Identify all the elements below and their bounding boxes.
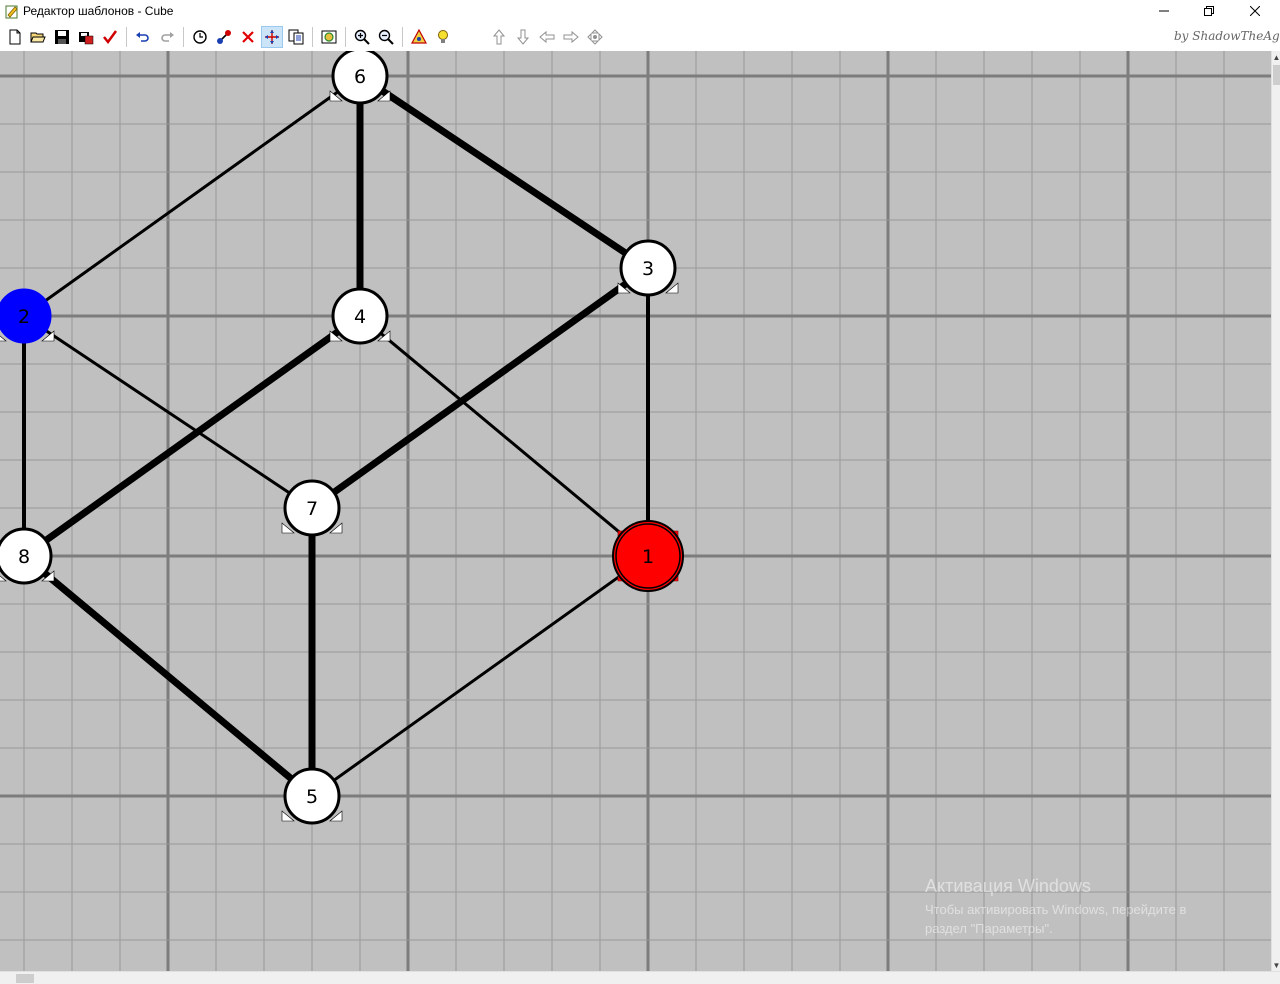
minimize-icon bbox=[1159, 10, 1169, 12]
copy-icon bbox=[288, 29, 304, 45]
hint-button[interactable] bbox=[432, 26, 454, 48]
vertex-3[interactable]: 3 bbox=[617, 239, 679, 297]
delete-button[interactable] bbox=[237, 26, 259, 48]
vertex-label: 8 bbox=[18, 546, 30, 568]
move-button[interactable] bbox=[261, 26, 283, 48]
restore-icon bbox=[1204, 6, 1214, 16]
close-button[interactable] bbox=[1232, 0, 1278, 22]
vertex-label: 7 bbox=[306, 498, 318, 520]
app-icon bbox=[5, 5, 18, 19]
save-button[interactable] bbox=[51, 26, 73, 48]
move-icon bbox=[265, 30, 279, 44]
vertex-1[interactable]: 1 bbox=[612, 520, 684, 592]
horizontal-scroll-thumb[interactable] bbox=[16, 974, 34, 983]
toolbar-separator bbox=[402, 27, 403, 47]
window-title: Редактор шаблонов - Cube bbox=[23, 4, 174, 18]
copy-button[interactable] bbox=[285, 26, 307, 48]
toolbar-separator bbox=[183, 27, 184, 47]
scroll-down-icon[interactable]: ▼ bbox=[1272, 959, 1280, 971]
redo-icon bbox=[161, 32, 174, 42]
restore-button[interactable] bbox=[1186, 0, 1232, 22]
center-icon bbox=[587, 29, 603, 45]
move-down-button[interactable] bbox=[512, 26, 534, 48]
vertex-label: 5 bbox=[306, 786, 318, 808]
scroll-up-icon[interactable]: ▲ bbox=[1272, 51, 1280, 63]
open-file-button[interactable] bbox=[27, 26, 49, 48]
vertical-scroll-thumb[interactable] bbox=[1273, 65, 1280, 85]
warning-button[interactable] bbox=[408, 26, 430, 48]
move-left-button[interactable] bbox=[536, 26, 558, 48]
zoom-out-button[interactable] bbox=[375, 26, 397, 48]
grid bbox=[0, 51, 1271, 971]
check-icon bbox=[103, 30, 118, 45]
vertical-scrollbar[interactable]: ▲ ▼ bbox=[1271, 51, 1280, 971]
new-file-icon bbox=[9, 29, 21, 45]
add-edge-button[interactable] bbox=[213, 26, 235, 48]
arrow-up-icon bbox=[492, 29, 506, 45]
graph-drawing[interactable]: 1 2 3 4 5 6 7 8 bbox=[0, 51, 1271, 971]
export-image-button[interactable] bbox=[318, 26, 340, 48]
vertex-label: 1 bbox=[642, 546, 654, 568]
vertex-label: 6 bbox=[354, 66, 366, 88]
minimize-button[interactable] bbox=[1141, 0, 1187, 22]
zoom-in-button[interactable] bbox=[351, 26, 373, 48]
add-edge-icon bbox=[217, 30, 231, 44]
toolbar-separator bbox=[126, 27, 127, 47]
add-vertex-button[interactable] bbox=[189, 26, 211, 48]
undo-button[interactable] bbox=[132, 26, 154, 48]
redo-button[interactable] bbox=[156, 26, 178, 48]
vertex-7[interactable]: 7 bbox=[281, 479, 343, 537]
undo-icon bbox=[136, 32, 149, 42]
save-as-button[interactable] bbox=[75, 26, 97, 48]
toolbar-separator bbox=[312, 27, 313, 47]
title-bar: Редактор шаблонов - Cube bbox=[0, 0, 1280, 24]
add-vertex-icon bbox=[193, 30, 207, 44]
vertex-label: 3 bbox=[642, 258, 654, 280]
toolbar-separator bbox=[345, 27, 346, 47]
horizontal-scrollbar[interactable] bbox=[0, 971, 1280, 984]
close-icon bbox=[1250, 6, 1260, 16]
zoom-out-icon bbox=[378, 29, 394, 45]
warning-icon bbox=[411, 29, 427, 44]
graph-canvas[interactable]: 1 2 3 4 5 6 7 8 bbox=[0, 51, 1271, 971]
picture-icon bbox=[321, 30, 337, 44]
new-file-button[interactable] bbox=[4, 26, 26, 48]
zoom-in-icon bbox=[354, 29, 370, 45]
move-right-button[interactable] bbox=[560, 26, 582, 48]
save-icon bbox=[55, 30, 69, 44]
arrow-down-icon bbox=[516, 29, 530, 45]
arrow-right-icon bbox=[563, 30, 579, 44]
arrow-left-icon bbox=[539, 30, 555, 44]
move-up-button[interactable] bbox=[488, 26, 510, 48]
delete-icon bbox=[242, 31, 254, 43]
vertex-label: 2 bbox=[18, 306, 30, 328]
lightbulb-icon bbox=[438, 30, 448, 43]
author-signature: by ShadowTheAge bbox=[1174, 29, 1280, 43]
vertex-label: 4 bbox=[354, 306, 366, 328]
open-folder-icon bbox=[30, 32, 46, 43]
center-button[interactable] bbox=[584, 26, 606, 48]
toolbar: by ShadowTheAge bbox=[0, 24, 1280, 50]
vertex-6[interactable]: 6 bbox=[329, 51, 391, 105]
vertex-5[interactable]: 5 bbox=[281, 767, 343, 825]
vertex-4[interactable]: 4 bbox=[329, 287, 391, 345]
check-button[interactable] bbox=[99, 26, 121, 48]
save-as-icon bbox=[79, 32, 94, 45]
